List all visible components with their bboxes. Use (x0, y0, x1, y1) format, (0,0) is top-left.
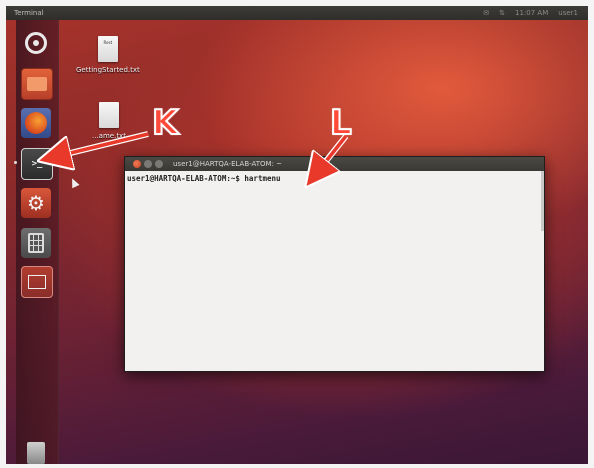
annotation-label-k: K (151, 103, 179, 143)
desktop-screen: Terminal ✉ ⇅ 11:07 AM user1 >_ ⚙ Rest Ge… (6, 6, 588, 464)
annotation-layer (6, 131, 349, 464)
annotation-label-l: L (329, 103, 353, 143)
